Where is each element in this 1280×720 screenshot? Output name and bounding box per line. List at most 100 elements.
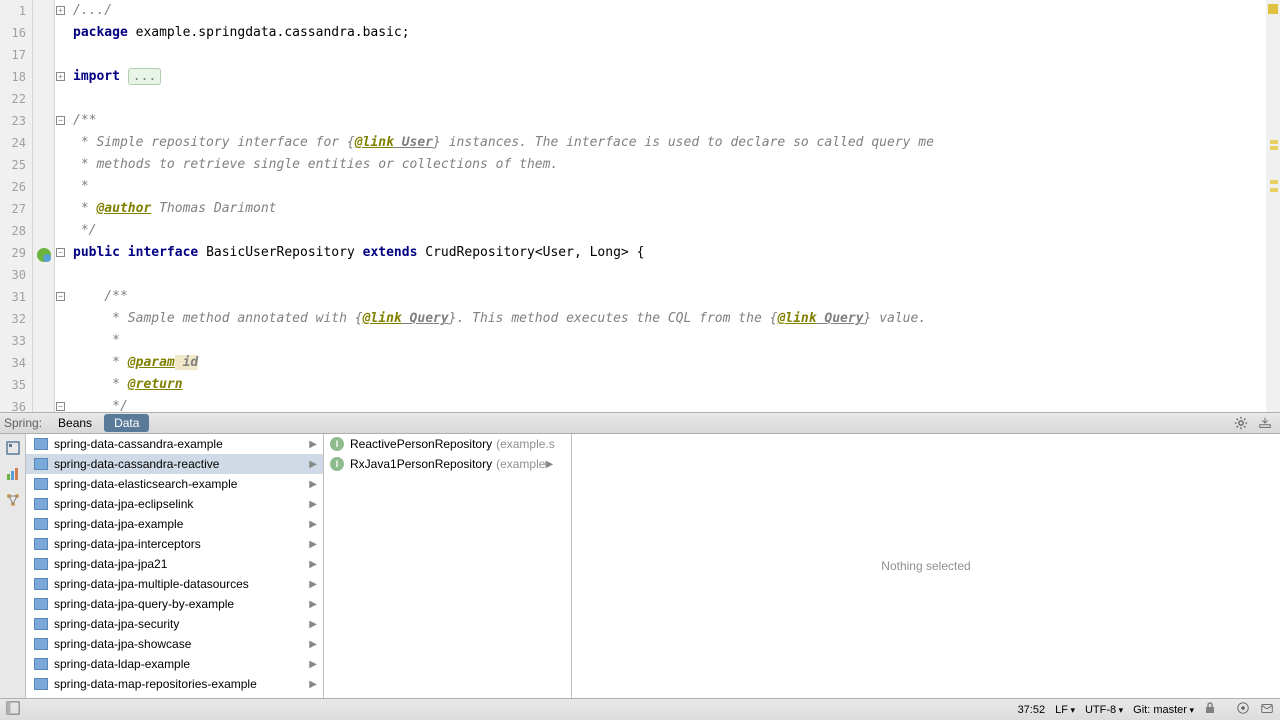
panel-title: Spring: <box>4 416 42 430</box>
repo-package: (example <box>496 457 545 471</box>
module-icon <box>34 498 48 510</box>
module-icon <box>34 558 48 570</box>
code-editor[interactable]: 1161718222324252627282930313233343536 + … <box>0 0 1280 412</box>
module-label: spring-data-jpa-interceptors <box>54 537 201 551</box>
module-label: spring-data-jpa-multiple-datasources <box>54 577 249 591</box>
interface-icon: I <box>330 457 344 471</box>
chart-icon[interactable] <box>5 466 21 482</box>
fold-collapse-icon[interactable]: − <box>56 292 65 301</box>
warning-marker[interactable] <box>1270 140 1278 144</box>
module-label: spring-data-jpa-eclipselink <box>54 497 193 511</box>
goto-icon[interactable] <box>1236 701 1250 718</box>
chevron-right-icon: ▶ <box>309 499 317 510</box>
module-icon <box>34 518 48 530</box>
fold-collapse-icon[interactable]: − <box>56 402 65 411</box>
chevron-right-icon: ▶ <box>309 619 317 630</box>
module-icon <box>34 678 48 690</box>
module-item[interactable]: spring-data-jpa-query-by-example ▶ <box>26 594 323 614</box>
module-label: spring-data-jpa-security <box>54 617 179 631</box>
chevron-right-icon: ▶ <box>309 479 317 490</box>
fold-gutter: + + − − − − <box>55 0 67 412</box>
repository-item[interactable]: I RxJava1PersonRepository (example▶ <box>324 454 571 474</box>
module-icon <box>34 598 48 610</box>
minimize-icon[interactable] <box>1258 416 1272 433</box>
module-label: spring-data-jpa-example <box>54 517 183 531</box>
repo-name: RxJava1PersonRepository <box>350 457 492 471</box>
chevron-right-icon: ▶ <box>309 599 317 610</box>
tab-data[interactable]: Data <box>104 414 149 432</box>
module-item[interactable]: spring-data-jpa-security ▶ <box>26 614 323 634</box>
module-icon <box>34 638 48 650</box>
spring-tool-tabs: Spring: Beans Data <box>0 412 1280 434</box>
repository-item[interactable]: I ReactivePersonRepository (example.s <box>324 434 571 454</box>
module-item[interactable]: spring-data-jpa-example ▶ <box>26 514 323 534</box>
tool-windows-icon[interactable] <box>6 701 20 715</box>
module-icon <box>34 658 48 670</box>
module-item[interactable]: spring-data-jpa-eclipselink ▶ <box>26 494 323 514</box>
module-item[interactable]: spring-data-jpa-showcase ▶ <box>26 634 323 654</box>
module-label: spring-data-cassandra-reactive <box>54 457 219 471</box>
chevron-right-icon: ▶ <box>309 679 317 690</box>
chevron-right-icon: ▶ <box>309 539 317 550</box>
git-branch[interactable]: Git: master <box>1133 704 1194 716</box>
module-icon <box>34 538 48 550</box>
modules-list[interactable]: spring-data-cassandra-example▶spring-dat… <box>26 434 324 698</box>
notifications-icon[interactable] <box>1260 701 1274 718</box>
fold-collapse-icon[interactable]: − <box>56 116 65 125</box>
repositories-list[interactable]: I ReactivePersonRepository (example.s I RxJa… <box>324 434 572 698</box>
status-bar: 37:52 LF UTF-8 Git: master <box>0 698 1280 720</box>
module-icon <box>34 458 48 470</box>
module-label: spring-data-jpa-query-by-example <box>54 597 234 611</box>
error-stripe[interactable] <box>1266 0 1280 412</box>
analysis-status-icon[interactable] <box>1268 4 1278 14</box>
repo-name: ReactivePersonRepository <box>350 437 492 451</box>
file-encoding[interactable]: UTF-8 <box>1085 704 1123 716</box>
chevron-right-icon: ▶ <box>309 519 317 530</box>
lock-icon[interactable] <box>1204 702 1216 717</box>
module-icon <box>34 618 48 630</box>
warning-marker[interactable] <box>1270 146 1278 150</box>
module-label: spring-data-elasticsearch-example <box>54 477 237 491</box>
chevron-right-icon: ▶ <box>309 459 317 470</box>
interface-icon: I <box>330 437 344 451</box>
chevron-right-icon: ▶ <box>545 459 553 470</box>
spring-bean-icon[interactable] <box>36 247 52 263</box>
module-label: spring-data-map-repositories-example <box>54 677 257 691</box>
fold-expand-icon[interactable]: + <box>56 72 65 81</box>
caret-position[interactable]: 37:52 <box>1018 704 1046 716</box>
chevron-right-icon: ▶ <box>309 579 317 590</box>
module-item[interactable]: spring-data-ldap-example▶ <box>26 654 323 674</box>
spring-data-panel: spring-data-cassandra-example▶spring-dat… <box>0 434 1280 698</box>
line-number-gutter: 1161718222324252627282930313233343536 <box>0 0 33 412</box>
line-separator[interactable]: LF <box>1055 704 1075 716</box>
graph-icon[interactable] <box>5 492 21 508</box>
module-item[interactable]: spring-data-cassandra-reactive ▶ <box>26 454 323 474</box>
module-item[interactable]: spring-data-map-repositories-example ▶ <box>26 674 323 694</box>
module-icon <box>34 438 48 450</box>
warning-marker[interactable] <box>1270 180 1278 184</box>
chevron-right-icon: ▶ <box>309 439 317 450</box>
module-item[interactable]: spring-data-elasticsearch-example ▶ <box>26 474 323 494</box>
code-content[interactable]: /.../ package example.springdata.cassand… <box>67 0 1266 412</box>
module-label: spring-data-jpa-jpa21 <box>54 557 167 571</box>
detail-empty: Nothing selected <box>572 434 1280 698</box>
module-item[interactable]: spring-data-cassandra-example ▶ <box>26 434 323 454</box>
warning-marker[interactable] <box>1270 188 1278 192</box>
gear-icon[interactable] <box>1234 416 1248 433</box>
tab-beans[interactable]: Beans <box>48 414 102 432</box>
panel-toolbar <box>0 434 26 698</box>
fold-collapse-icon[interactable]: − <box>56 248 65 257</box>
gutter-icons <box>33 0 55 412</box>
fold-expand-icon[interactable]: + <box>56 6 65 15</box>
chevron-right-icon: ▶ <box>309 639 317 650</box>
module-item[interactable]: spring-data-jpa-jpa21 ▶ <box>26 554 323 574</box>
module-label: spring-data-jpa-showcase <box>54 637 191 651</box>
tree-view-icon[interactable] <box>5 440 21 456</box>
chevron-right-icon: ▶ <box>309 659 317 670</box>
repo-package: (example.s <box>496 437 555 451</box>
module-item[interactable]: spring-data-jpa-multiple-datasources ▶ <box>26 574 323 594</box>
module-label: spring-data-cassandra-example <box>54 437 223 451</box>
module-item[interactable]: spring-data-jpa-interceptors ▶ <box>26 534 323 554</box>
chevron-right-icon: ▶ <box>309 559 317 570</box>
module-icon <box>34 478 48 490</box>
